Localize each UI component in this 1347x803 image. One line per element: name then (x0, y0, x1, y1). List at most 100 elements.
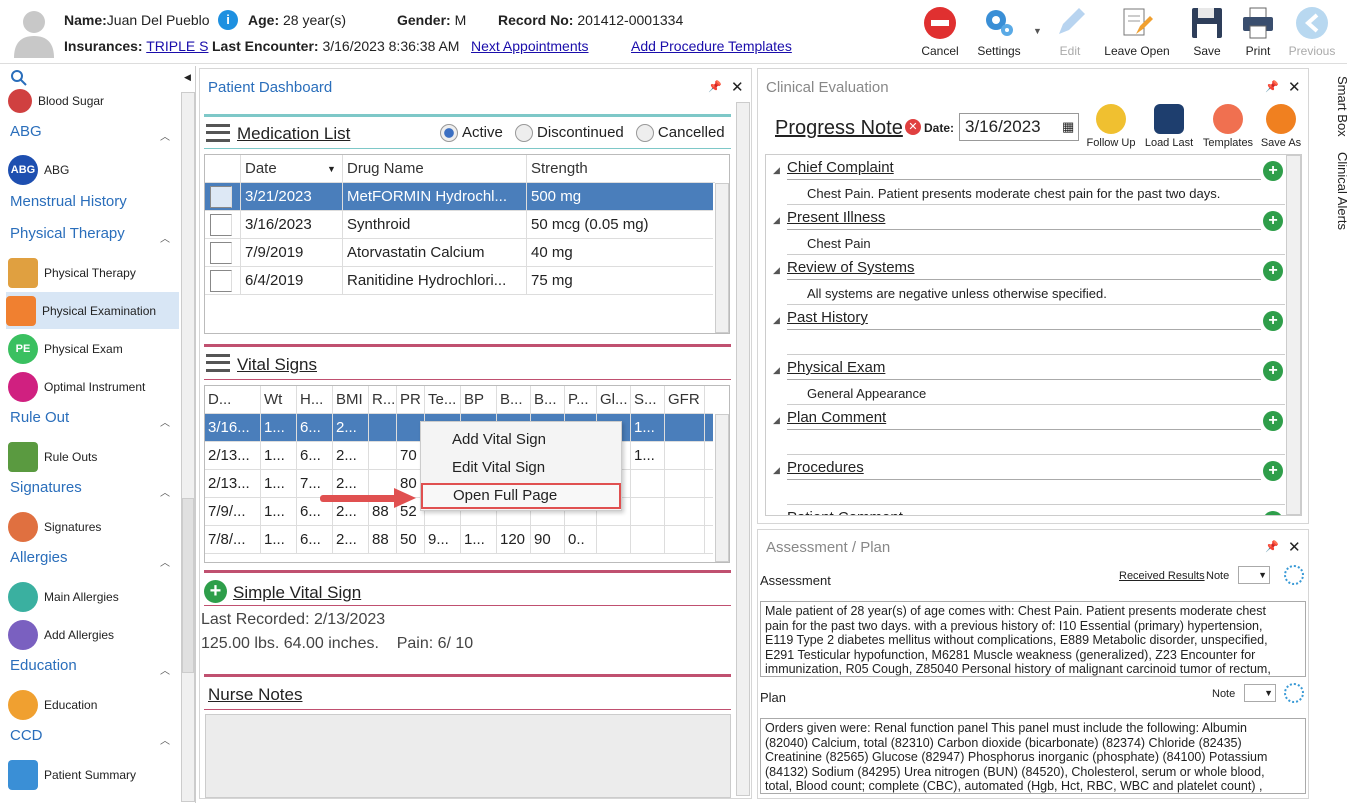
column-header[interactable]: R... (369, 386, 397, 413)
nav-item-optimal-instrument[interactable]: Optimal Instrument (8, 370, 178, 404)
vital-signs-scrollbar[interactable] (715, 414, 729, 562)
info-icon[interactable]: i (218, 10, 238, 30)
column-header[interactable]: BP (461, 386, 497, 413)
calendar-icon[interactable]: ▦ (1062, 119, 1074, 135)
leave-open-button[interactable]: Leave Open (1102, 6, 1172, 58)
next-appointments-link[interactable]: Next Appointments (471, 38, 589, 54)
nav-section-ccd[interactable]: CCD (10, 727, 43, 744)
nav-scrollbar[interactable] (181, 92, 195, 802)
collapse-icon[interactable]: ◢ (773, 265, 780, 276)
nav-item-physical-examination[interactable]: Physical Examination (6, 292, 179, 329)
print-button[interactable]: Print (1228, 6, 1288, 58)
collapse-icon[interactable]: ◢ (773, 515, 780, 516)
pin-icon[interactable]: 📌 (708, 80, 722, 93)
section-heading[interactable]: Review of Systems (787, 259, 915, 276)
refresh-icon[interactable] (1284, 683, 1304, 703)
load-last-button[interactable]: Load Last (1144, 104, 1194, 149)
cancel-button[interactable]: Cancel (910, 6, 970, 58)
collapse-nav-icon[interactable]: ◀ (184, 72, 191, 83)
add-icon[interactable]: + (1263, 411, 1283, 431)
chevron-up-icon[interactable]: ︿ (160, 414, 170, 429)
menu-icon[interactable] (206, 124, 230, 142)
section-text[interactable]: Chest Pain. Patient presents moderate ch… (807, 186, 1220, 201)
column-header[interactable]: P... (565, 386, 597, 413)
column-header[interactable]: GFR (665, 386, 705, 413)
progress-note-title[interactable]: Progress Note (775, 117, 903, 140)
medication-scrollbar[interactable] (715, 183, 729, 333)
section-text[interactable]: Chest Pain (807, 236, 871, 251)
nurse-notes-title[interactable]: Nurse Notes (208, 685, 302, 705)
previous-button[interactable]: Previous (1282, 6, 1342, 58)
nav-section-allergies[interactable]: Allergies (10, 549, 68, 566)
nav-scrollbar-thumb[interactable] (182, 498, 194, 673)
nav-item-add-allergies[interactable]: Add Allergies (8, 618, 178, 652)
table-row[interactable]: 6/4/2019 Ranitidine Hydrochlori... 75 mg (205, 267, 713, 295)
section-heading[interactable]: Present Illness (787, 209, 885, 226)
nav-section-physical-therapy[interactable]: Physical Therapy (10, 225, 125, 242)
column-drug-name[interactable]: Drug Name (343, 155, 527, 182)
insurance-link[interactable]: TRIPLE S (146, 38, 208, 54)
table-row[interactable]: 7/8/... 1... 6... 2... 88 50 9... 1... 120 90 0.. (205, 526, 713, 554)
vital-signs-title[interactable]: Vital Signs (237, 355, 317, 375)
column-header[interactable]: H... (297, 386, 333, 413)
received-results-link[interactable]: Received Results (1119, 570, 1205, 582)
collapse-icon[interactable]: ◢ (773, 215, 780, 226)
add-procedure-templates-link[interactable]: Add Procedure Templates (631, 38, 792, 54)
menu-item-edit-vital-sign[interactable]: Edit Vital Sign (452, 459, 545, 476)
nav-item-rule-outs[interactable]: Rule Outs (8, 440, 178, 474)
table-row[interactable]: 3/21/2023 MetFORMIN Hydrochl... 500 mg (205, 183, 713, 211)
follow-up-button[interactable]: Follow Up (1086, 104, 1136, 149)
add-icon[interactable]: + (1263, 311, 1283, 331)
section-heading[interactable]: Procedures (787, 459, 864, 476)
close-icon[interactable]: ✕ (1288, 78, 1301, 96)
dashboard-scrollbar[interactable] (736, 102, 750, 796)
close-icon[interactable]: ✕ (1288, 538, 1301, 556)
add-icon[interactable]: + (1263, 361, 1283, 381)
nav-section-rule-out[interactable]: Rule Out (10, 409, 69, 426)
add-icon[interactable]: + (1263, 261, 1283, 281)
settings-button[interactable]: Settings (969, 6, 1029, 58)
section-text[interactable]: All systems are negative unless otherwis… (807, 286, 1107, 301)
section-text[interactable]: General Appearance (807, 386, 926, 401)
menu-item-open-full-page[interactable]: Open Full Page (421, 483, 621, 509)
nav-item-signatures[interactable]: Signatures (8, 510, 178, 544)
radio-active[interactable] (440, 124, 458, 143)
pin-icon[interactable]: 📌 (1265, 540, 1279, 553)
medication-filter[interactable]: Active Discontinued Cancelled (440, 124, 725, 143)
menu-icon[interactable] (206, 354, 230, 372)
add-icon[interactable]: + (1263, 161, 1283, 181)
nav-section-education[interactable]: Education (10, 657, 77, 674)
nav-section-signatures[interactable]: Signatures (10, 479, 82, 496)
add-vital-icon[interactable]: + (204, 580, 227, 603)
column-header[interactable]: D... (205, 386, 261, 413)
add-icon[interactable]: + (1263, 511, 1283, 515)
nurse-notes-area[interactable] (205, 714, 731, 798)
note-format-dropdown[interactable]: ▼ (1238, 566, 1270, 584)
nav-item-abg[interactable]: ABG ABG (8, 153, 178, 187)
column-header[interactable]: BMI (333, 386, 369, 413)
column-header[interactable]: Wt (261, 386, 297, 413)
chevron-up-icon[interactable]: ︿ (160, 732, 170, 747)
chevron-up-icon[interactable]: ︿ (160, 230, 170, 245)
column-header[interactable]: Te... (425, 386, 461, 413)
nav-section-abg[interactable]: ABG (10, 123, 42, 140)
chevron-up-icon[interactable]: ︿ (160, 554, 170, 569)
pin-icon[interactable]: 📌 (1265, 80, 1279, 93)
table-row[interactable]: 7/9/2019 Atorvastatin Calcium 40 mg (205, 239, 713, 267)
column-header[interactable]: PR (397, 386, 425, 413)
radio-discontinued[interactable] (515, 124, 534, 143)
clinical-alerts-tab[interactable]: Clinical Alerts (1335, 152, 1347, 230)
collapse-icon[interactable]: ◢ (773, 365, 780, 376)
nav-item-physical-therapy[interactable]: Physical Therapy (8, 256, 178, 290)
column-header[interactable]: S... (631, 386, 665, 413)
assessment-text[interactable]: Male patient of 28 year(s) of age comes … (760, 601, 1306, 677)
collapse-icon[interactable]: ◢ (773, 315, 780, 326)
column-header[interactable]: B... (497, 386, 531, 413)
table-row[interactable]: 3/16/2023 Synthroid 50 mcg (0.05 mg) (205, 211, 713, 239)
column-strength[interactable]: Strength (527, 155, 713, 182)
nav-section-menstrual-history[interactable]: Menstrual History (10, 193, 127, 210)
chevron-up-icon[interactable]: ︿ (160, 128, 170, 143)
clear-icon[interactable]: ✕ (905, 119, 921, 135)
add-icon[interactable]: + (1263, 461, 1283, 481)
date-field[interactable]: 3/16/2023 (959, 113, 1079, 141)
